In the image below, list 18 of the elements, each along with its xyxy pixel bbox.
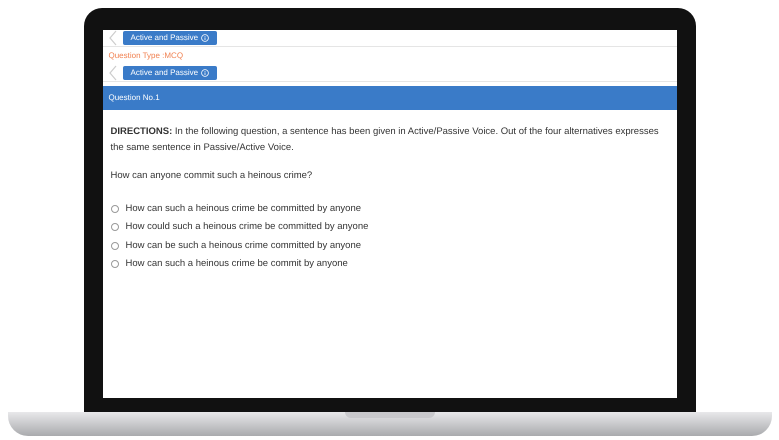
directions-text: DIRECTIONS: In the following question, a sentence has been given in Active/Passive Voice. Out of the four alternatives expresses the same sentence in Passive/Active Voice. (110, 125, 660, 156)
radio-button[interactable] (110, 242, 118, 250)
radio-button[interactable] (110, 260, 118, 268)
info-icon (201, 34, 210, 42)
question-text: How can anyone commit such a heinous crime? (110, 169, 314, 184)
info-icon (201, 69, 210, 77)
question-type-label: Question Type :MCQ (108, 50, 184, 62)
option-label[interactable]: How could such a heinous crime be committed by anyone (126, 218, 368, 237)
topic-button[interactable]: Active and Passive (122, 31, 218, 45)
topic-button[interactable]: Active and Passive (122, 66, 218, 80)
option-label[interactable]: How can such a heinous crime be committed by anyone (126, 200, 362, 218)
back-chevron-icon[interactable] (108, 65, 116, 81)
option-label[interactable]: How can such a heinous crime be commit by anyone (126, 254, 348, 273)
radio-button[interactable] (110, 205, 118, 214)
option-label[interactable]: How can be such a heinous crime committed by anyone (126, 236, 362, 255)
radio-button[interactable] (110, 223, 118, 232)
back-chevron-icon[interactable] (108, 30, 116, 46)
question-number-bar: Question No.1 (102, 86, 676, 110)
